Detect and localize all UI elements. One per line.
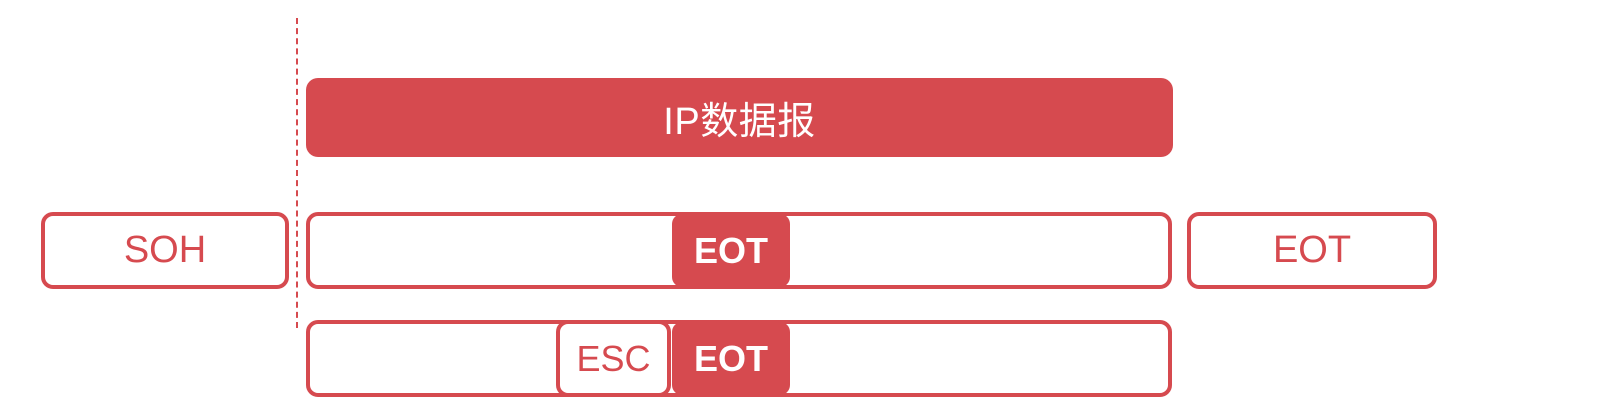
ip-datagram-bar: IP数据报 xyxy=(306,78,1173,157)
soh-box: SOH xyxy=(41,212,289,289)
eot-in-data-label: EOT xyxy=(693,229,768,271)
eot-label: EOT xyxy=(1272,229,1352,271)
escaped-eot-label: EOT xyxy=(693,337,768,379)
frame-boundary-dashed-line xyxy=(296,18,298,328)
esc-label: ESC xyxy=(576,337,651,379)
eot-in-data-tag: EOT xyxy=(672,214,790,287)
soh-label: SOH xyxy=(123,229,207,271)
eot-box: EOT xyxy=(1187,212,1437,289)
esc-tag: ESC xyxy=(556,320,671,397)
ip-datagram-label: IP数据报 xyxy=(663,101,816,143)
escaped-eot-tag: EOT xyxy=(672,322,790,395)
